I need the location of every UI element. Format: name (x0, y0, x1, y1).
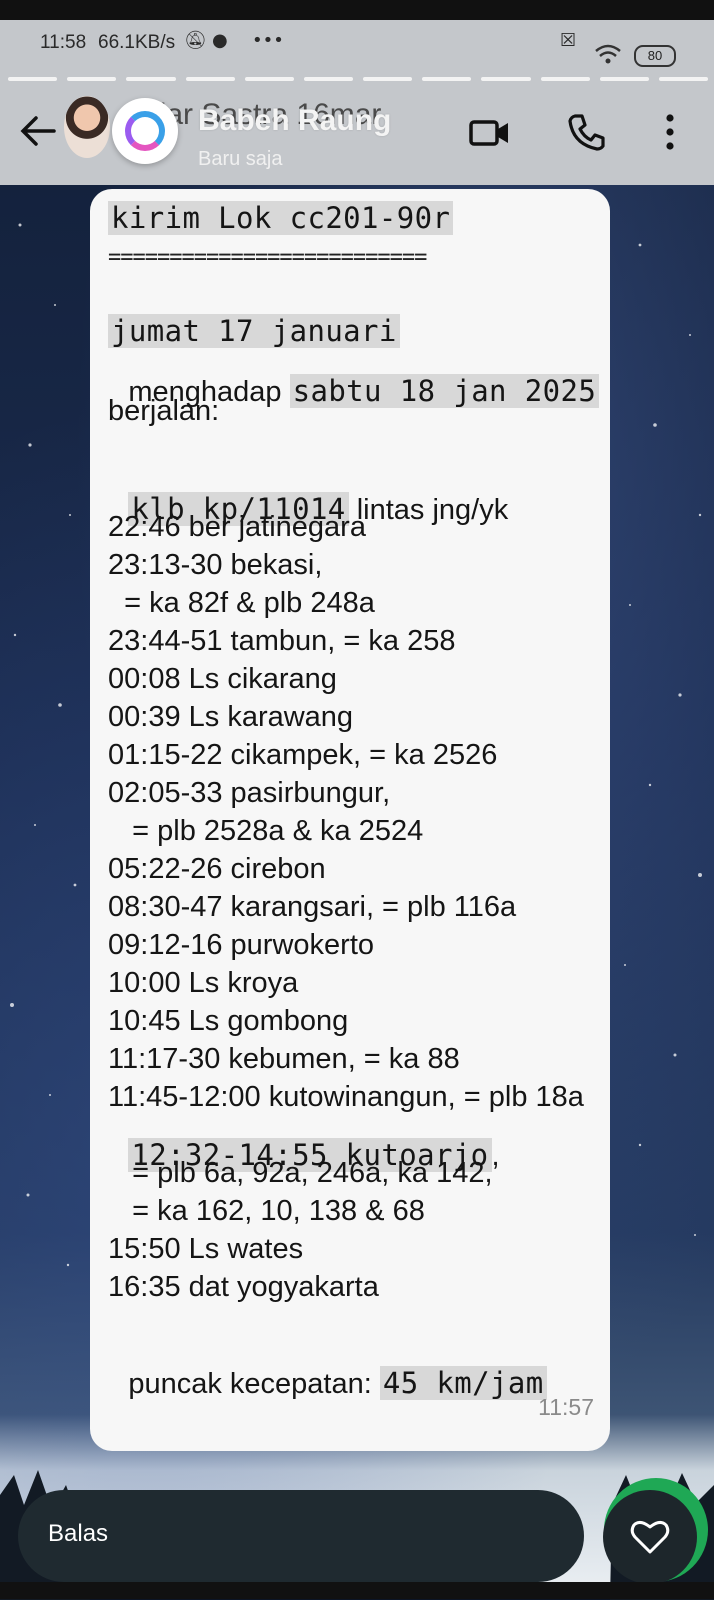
message-line: 11:45-12:00 kutowinangun, = plb 18a (108, 1081, 584, 1113)
chat-bubble-icon: ● (212, 30, 228, 51)
wifi-icon (595, 44, 621, 64)
message-line: = ka 82f & plb 248a (108, 587, 375, 619)
message-line: 10:00 Ls kroya (108, 967, 299, 999)
reply-placeholder: Balas (48, 1520, 109, 1547)
message-line: 02:05-33 pasirbungur, (108, 777, 391, 809)
message-line: 00:08 Ls cikarang (108, 663, 337, 695)
message-line: 05:22-26 cirebon (108, 853, 326, 885)
sim-icon: ☒ (560, 30, 577, 51)
phone-icon[interactable] (565, 110, 609, 154)
message-bubble[interactable]: kirim Lok cc201-90r ====================… (90, 189, 610, 1451)
mute-bell-icon: 🔕︎ (184, 30, 207, 51)
message-line: 10:45 Ls gombong (108, 1005, 349, 1037)
video-call-icon[interactable] (468, 110, 512, 154)
message-line: 22:46 ber jatinegara (108, 511, 366, 543)
story-progress-bars (8, 77, 709, 81)
status-time: 11:58 (40, 32, 87, 53)
message-line: 15:50 Ls wates (108, 1233, 304, 1265)
heart-icon (630, 1520, 670, 1554)
network-rate: 66.1KB/s (98, 32, 176, 53)
last-seen: Baru saja (198, 148, 283, 170)
message-timestamp: 11:57 (538, 1394, 594, 1420)
message-text: puncak kecepatan: (128, 1368, 380, 1400)
message-line: 09:12-16 purwokerto (108, 929, 374, 961)
message-line: 23:13-30 bekasi, (108, 549, 323, 581)
message-highlight: 45 km/jam (379, 1366, 547, 1400)
message-highlight: sabtu 18 jan 2025 (289, 374, 600, 408)
message-line: = ka 162, 10, 138 & 68 (108, 1195, 425, 1227)
contact-name[interactable]: Babeh Raung (198, 104, 391, 138)
status-bar: 11:58 66.1KB/s 🔕︎ ● ••• ☒ (0, 20, 714, 64)
like-button[interactable] (603, 1490, 697, 1584)
message-text: , (491, 1140, 500, 1172)
message-line: 16:35 dat yogyakarta (108, 1271, 379, 1303)
message-line: = plb 6a, 92a, 246a, ka 142, (108, 1157, 493, 1189)
bottom-edge (0, 1582, 714, 1599)
back-arrow-icon[interactable] (16, 108, 62, 154)
message-line: kirim Lok cc201-90r (108, 201, 454, 235)
message-line: 23:44-51 tambun, = ka 258 (108, 625, 456, 657)
message-line: puncak kecepatan: 45 km/jam (108, 1347, 547, 1420)
message-line: berjalan: (108, 395, 220, 427)
message-text: lintas jng/yk (348, 494, 509, 526)
reply-input[interactable]: Balas (18, 1490, 584, 1582)
message-line: 11:17-30 kebumen, = ka 88 (108, 1043, 460, 1075)
message-line: 01:15-22 cikampek, = ka 2526 (108, 739, 498, 771)
message-line: 08:30-47 karangsari, = plb 116a (108, 891, 517, 923)
more-notifications-icon: ••• (252, 30, 284, 51)
message-line: ========================== (108, 245, 427, 270)
avatar[interactable] (64, 96, 110, 158)
message-line: = plb 2528a & ka 2524 (108, 815, 424, 847)
message-line: 00:39 Ls karawang (108, 701, 354, 733)
top-edge (0, 0, 714, 20)
message-line: jumat 17 januari (108, 314, 400, 348)
status-ring-icon[interactable] (112, 98, 178, 164)
battery-indicator: 80 (634, 45, 676, 67)
more-vertical-icon[interactable] (648, 110, 692, 154)
